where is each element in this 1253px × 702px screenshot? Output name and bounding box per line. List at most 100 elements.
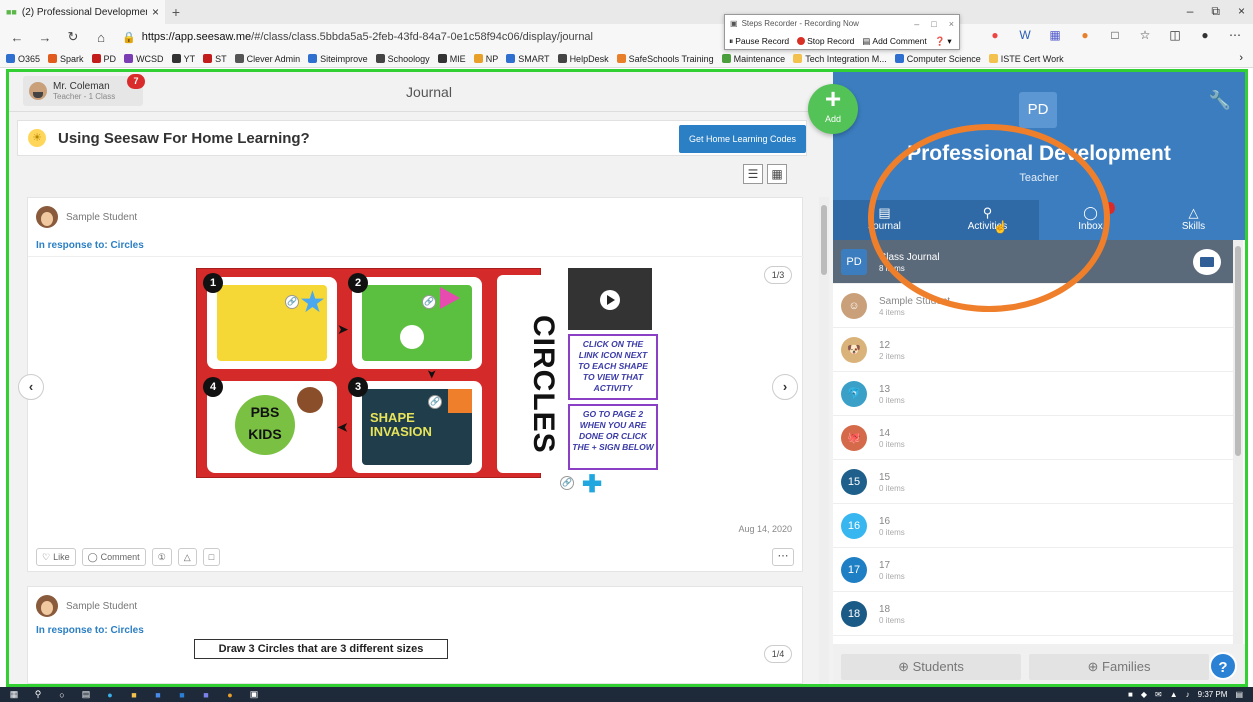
word-app-icon[interactable]: ■: [152, 690, 164, 700]
tray-icon[interactable]: ✉: [1155, 690, 1162, 699]
student-list-item[interactable]: 15 15 0 items: [833, 460, 1233, 504]
wifi-icon[interactable]: ▲: [1170, 690, 1178, 699]
search-icon[interactable]: ⚲: [32, 689, 44, 700]
bookmark-item[interactable]: ST: [203, 54, 227, 64]
collections-icon[interactable]: ◫: [1167, 28, 1183, 42]
bookmark-item[interactable]: YT: [171, 54, 195, 64]
journal-scrollbar[interactable]: [819, 197, 829, 684]
post-student[interactable]: Sample Student: [36, 595, 137, 617]
bookmark-item[interactable]: Tech Integration M...: [793, 54, 887, 64]
bookmark-item[interactable]: Siteimprove: [308, 54, 368, 64]
student-list-item[interactable]: 🐶 12 2 items: [833, 328, 1233, 372]
student-list-scroll-thumb[interactable]: [1235, 246, 1241, 456]
tray-icon[interactable]: ◆: [1141, 690, 1147, 699]
edge-app-icon[interactable]: ●: [104, 690, 116, 700]
tab-activities[interactable]: ⚲ Activities: [936, 200, 1039, 240]
close-window-icon[interactable]: ×: [1238, 4, 1245, 19]
next-page-button[interactable]: ›: [772, 374, 798, 400]
bookmark-item[interactable]: MIE: [437, 54, 466, 64]
plus-sign-icon[interactable]: ✚: [582, 470, 602, 499]
steps-app-icon[interactable]: ▣: [248, 689, 260, 700]
ext-screenshot-icon[interactable]: □: [1107, 28, 1123, 42]
activity-tile-1[interactable]: 1 ★ 🔗: [203, 273, 337, 369]
add-families-button[interactable]: ⊕ Families: [1029, 654, 1209, 680]
student-list-item[interactable]: 🐙 14 0 items: [833, 416, 1233, 460]
bookmark-item[interactable]: Maintenance: [721, 54, 785, 64]
word-ext-icon[interactable]: W: [1017, 28, 1033, 42]
bookmark-item[interactable]: Computer Science: [894, 54, 981, 64]
folder-icon[interactable]: □: [202, 548, 221, 566]
cortana-icon[interactable]: ○: [56, 690, 68, 700]
activity-tile-4[interactable]: 4 PBS KIDS: [203, 377, 337, 473]
task-view-icon[interactable]: ▤: [80, 689, 92, 700]
pause-record-button[interactable]: ⏸ Pause Record: [729, 36, 789, 47]
response-link[interactable]: In response to: Circles: [36, 240, 144, 251]
close-tab-icon[interactable]: ×: [152, 5, 159, 19]
class-journal-item[interactable]: PD Class Journal 8 items: [833, 240, 1233, 284]
refresh-icon[interactable]: ↻: [66, 29, 80, 45]
clock[interactable]: 9:37 PM: [1198, 690, 1228, 699]
add-button[interactable]: + Add: [808, 84, 858, 134]
bookmark-item[interactable]: Schoology: [375, 54, 430, 64]
notification-badge[interactable]: 7: [127, 74, 145, 89]
home-icon[interactable]: ⌂: [94, 30, 108, 45]
link-icon[interactable]: 🔗: [422, 295, 436, 309]
help-menu-button[interactable]: ❓ ▾: [935, 36, 952, 47]
browser-tab[interactable]: ■■ (2) Professional Development ×: [0, 0, 165, 24]
link-icon[interactable]: 🔗: [560, 476, 574, 490]
windows-start-icon[interactable]: ▦: [8, 689, 20, 700]
more-bookmarks-icon[interactable]: ›: [1239, 52, 1243, 64]
reply-icon[interactable]: ①: [151, 548, 172, 566]
skills-icon[interactable]: △: [177, 548, 197, 566]
comment-button[interactable]: ◯ Comment: [81, 548, 146, 566]
get-home-learning-codes-button[interactable]: Get Home Learning Codes: [678, 125, 806, 153]
profile-avatar-icon[interactable]: ●: [1197, 28, 1213, 42]
tab-inbox[interactable]: ◯ Inbox: [1039, 200, 1142, 240]
activity-tile-2[interactable]: 2 🔗: [348, 273, 482, 369]
chrome-ext-icon[interactable]: ●: [987, 28, 1003, 42]
more-menu-icon[interactable]: ⋯: [1227, 28, 1243, 42]
student-list-item[interactable]: 18 18 0 items: [833, 592, 1233, 636]
sr-close-icon[interactable]: ×: [949, 19, 954, 29]
grid-view-icon[interactable]: ▦: [767, 164, 787, 184]
tab-skills[interactable]: △ Skills: [1142, 200, 1245, 240]
wrench-icon[interactable]: 🔧: [1209, 90, 1231, 111]
like-button[interactable]: ♡ Like: [36, 548, 76, 566]
bookmark-item[interactable]: NP: [473, 54, 498, 64]
list-view-icon[interactable]: ☰: [743, 164, 763, 184]
more-options-button[interactable]: ⋯: [772, 548, 794, 566]
bookmark-item[interactable]: ISTE Cert Work: [988, 54, 1064, 64]
new-tab-button[interactable]: +: [165, 4, 187, 20]
response-link[interactable]: In response to: Circles: [36, 625, 144, 636]
teacher-switcher[interactable]: Mr. Coleman Teacher - 1 Class: [23, 76, 143, 106]
restore-icon[interactable]: ⧉: [1211, 4, 1220, 19]
tab-journal[interactable]: ▤ Journal: [833, 200, 936, 240]
ext-orange-icon[interactable]: ●: [1077, 28, 1093, 42]
folder-icon[interactable]: [1193, 249, 1221, 275]
chrome-app-icon[interactable]: ●: [224, 690, 236, 700]
add-comment-button[interactable]: ▤ Add Comment: [862, 36, 926, 47]
prev-page-button[interactable]: ‹: [18, 374, 44, 400]
help-button[interactable]: ?: [1209, 652, 1237, 680]
student-list-item[interactable]: 17 17 0 items: [833, 548, 1233, 592]
outlook-app-icon[interactable]: ■: [176, 690, 188, 700]
stop-record-button[interactable]: Stop Record: [797, 36, 854, 46]
bookmark-item[interactable]: PD: [91, 54, 116, 64]
bookmark-item[interactable]: WCSD: [124, 54, 164, 64]
url-field[interactable]: 🔒 https://app.seesaw.me/#/class/class.5b…: [122, 31, 593, 44]
back-icon[interactable]: ←: [10, 30, 24, 45]
favorites-icon[interactable]: ☆: [1137, 28, 1153, 42]
post-student[interactable]: Sample Student: [36, 206, 137, 228]
student-list-item[interactable]: 16 16 0 items: [833, 504, 1233, 548]
teacher-video-thumbnail[interactable]: [568, 268, 652, 330]
notifications-icon[interactable]: ▤: [1235, 690, 1243, 699]
activity-tile-3[interactable]: SHAPE INVASION 3 🔗: [348, 377, 482, 473]
bookmark-item[interactable]: Clever Admin: [234, 54, 300, 64]
sr-minimize-icon[interactable]: –: [914, 19, 919, 29]
bookmark-item[interactable]: SMART: [506, 54, 550, 64]
student-list-scrollbar[interactable]: [1233, 240, 1243, 644]
sr-restore-icon[interactable]: □: [931, 19, 936, 29]
explorer-app-icon[interactable]: ■: [128, 690, 140, 700]
link-icon[interactable]: 🔗: [285, 295, 299, 309]
bookmark-item[interactable]: O365: [6, 54, 40, 64]
